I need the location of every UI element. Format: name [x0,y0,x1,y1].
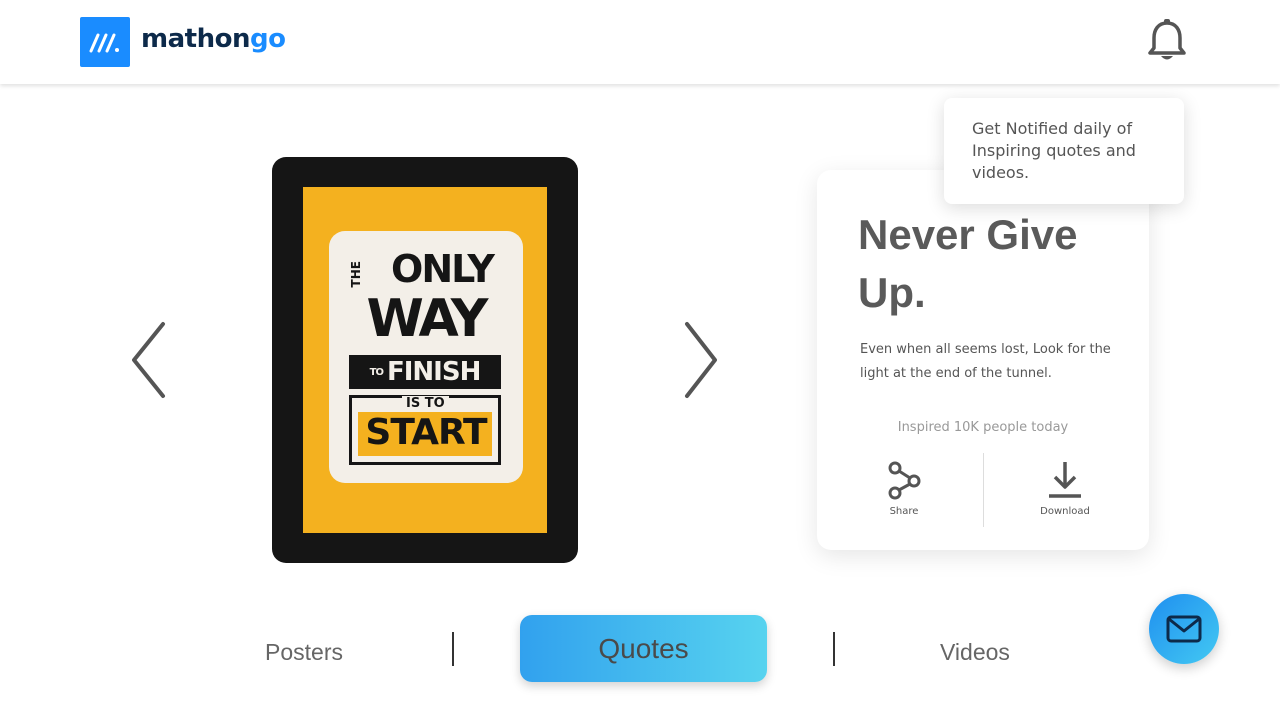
content-tabs: Posters Quotes Videos [0,612,1280,692]
notification-tooltip: Get Notified daily of Inspiring quotes a… [944,98,1184,204]
poster-bubble: THE ONLY WAY TO FINISH IS TO START [329,231,523,483]
poster-text-finish-word: FINISH [386,357,481,387]
poster-text-to: TO [369,366,384,378]
quote-description: Even when all seems lost, Look for the l… [860,342,1111,381]
poster-text-only: ONLY [391,247,495,291]
quote-card: Never Give Up. Even when all seems lost,… [817,170,1149,550]
mathongo-logo-icon[interactable] [80,17,130,67]
brand-name-part2: go [249,24,286,54]
poster-text-is-to: IS TO [402,396,449,411]
tab-separator [833,632,835,666]
mail-icon [1166,615,1202,643]
download-button[interactable]: Download [1015,460,1115,517]
tab-separator [452,632,454,666]
tab-quotes[interactable]: Quotes [520,615,767,682]
bell-icon[interactable] [1147,18,1187,64]
share-icon [888,461,921,500]
share-button[interactable]: Share [854,460,954,517]
poster-text-start: START [365,412,487,453]
quote-title: Never Give Up. [858,211,1078,316]
share-label: Share [889,506,919,517]
brand-name-part1: mathon [141,24,250,54]
download-icon [1049,462,1081,498]
app-header: mathongo [0,0,1280,84]
inspired-count: Inspired 10K people today [897,420,1069,435]
poster-text-way: WAY [366,289,489,349]
tab-posters[interactable]: Posters [265,639,343,666]
mail-button[interactable] [1149,594,1219,664]
tab-videos[interactable]: Videos [940,639,1010,666]
poster-start-box: IS TO START [349,395,501,465]
poster-text-finish: TO FINISH [349,355,501,389]
quote-poster[interactable]: THE ONLY WAY TO FINISH IS TO START [272,157,578,563]
brand-name[interactable]: mathongo [141,24,286,54]
download-label: Download [1040,506,1090,517]
actions-divider [983,453,984,527]
chevron-left-icon[interactable] [130,320,170,400]
chevron-right-icon[interactable] [682,320,722,400]
poster-artwork: THE ONLY WAY TO FINISH IS TO START [303,187,547,533]
